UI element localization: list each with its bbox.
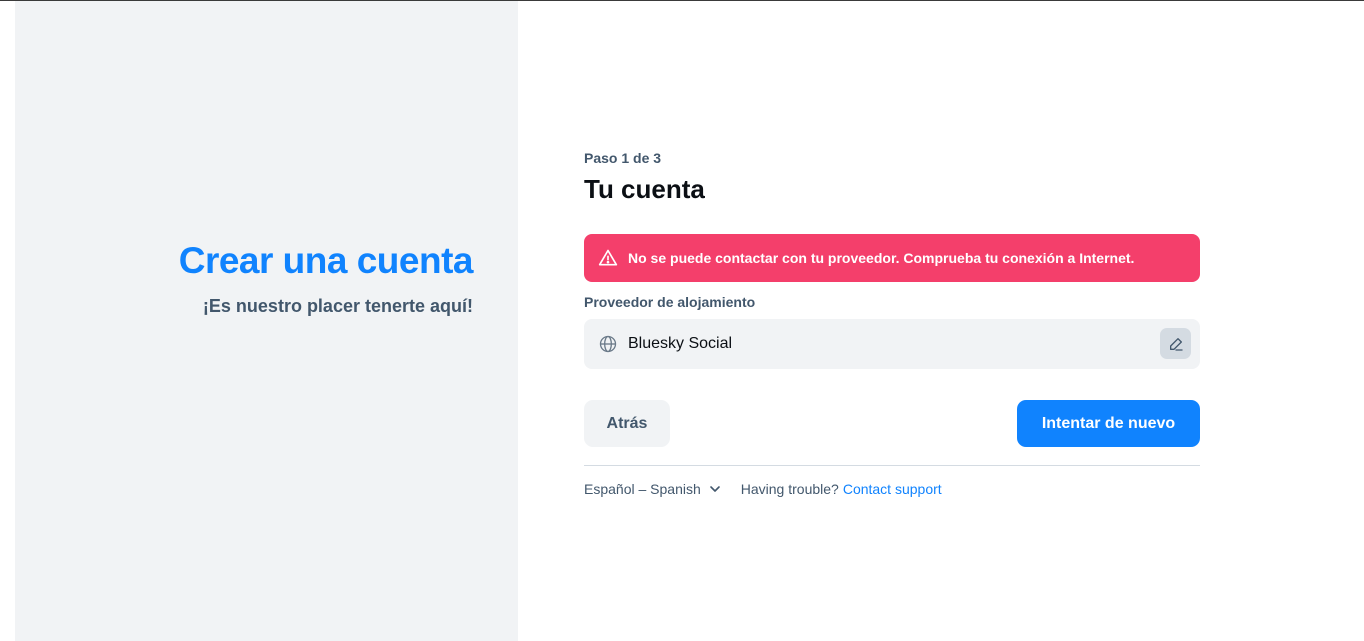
contact-support-link[interactable]: Contact support bbox=[843, 481, 942, 497]
trouble-text: Having trouble? bbox=[740, 481, 839, 497]
footer: Español – Spanish Having trouble? Contac… bbox=[584, 481, 942, 497]
provider-value: Bluesky Social bbox=[628, 335, 733, 352]
page-subtitle: ¡Es nuestro placer tenerte aquí! bbox=[202, 296, 473, 316]
pencil-icon bbox=[1168, 336, 1184, 352]
warning-triangle-icon bbox=[598, 248, 618, 268]
hosting-provider-field[interactable]: Bluesky Social bbox=[584, 319, 1200, 369]
step-indicator: Paso 1 de 3 bbox=[584, 150, 662, 166]
language-label: Español – Spanish bbox=[584, 481, 701, 497]
globe-icon bbox=[598, 334, 618, 354]
error-message: No se puede contactar con tu proveedor. … bbox=[628, 250, 1135, 266]
error-banner: No se puede contactar con tu proveedor. … bbox=[584, 234, 1200, 282]
retry-button[interactable]: Intentar de nuevo bbox=[1017, 400, 1200, 447]
provider-label: Proveedor de alojamiento bbox=[584, 294, 756, 310]
left-panel: Crear una cuenta ¡Es nuestro placer tene… bbox=[15, 1, 518, 641]
back-button[interactable]: Atrás bbox=[584, 400, 670, 447]
edit-provider-button[interactable] bbox=[1160, 328, 1191, 359]
chevron-down-icon bbox=[709, 483, 721, 495]
page-title: Crear una cuenta bbox=[178, 240, 474, 281]
form-title: Tu cuenta bbox=[584, 174, 705, 204]
language-selector[interactable]: Español – Spanish bbox=[584, 481, 721, 497]
divider bbox=[584, 465, 1200, 466]
